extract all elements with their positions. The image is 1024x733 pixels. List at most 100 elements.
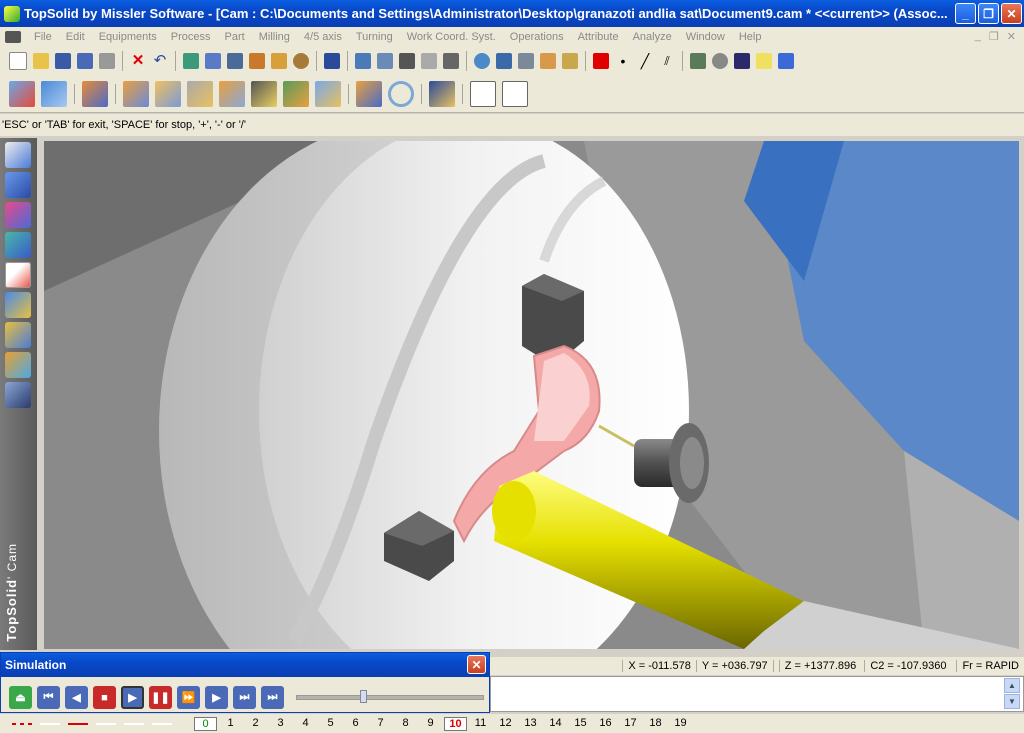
undo-icon[interactable]: ↶ (152, 52, 168, 69)
document-icon[interactable] (5, 30, 21, 43)
menu-work-coord[interactable]: Work Coord. Syst. (400, 31, 503, 43)
circle-icon[interactable] (388, 80, 414, 107)
line-style-thin[interactable] (40, 722, 60, 725)
layer-item[interactable]: 8 (394, 717, 417, 731)
line-tool-icon[interactable] (399, 52, 415, 69)
finishing-icon[interactable] (187, 80, 213, 107)
line-style-light[interactable] (124, 722, 144, 725)
next-icon[interactable]: ⏭ (233, 686, 256, 709)
filter-icon[interactable] (443, 52, 459, 69)
motion-icon[interactable] (5, 382, 31, 408)
menu-process[interactable]: Process (164, 31, 218, 43)
solid-icon[interactable] (5, 172, 31, 198)
nc-report-icon[interactable] (502, 80, 528, 107)
rebuild-icon[interactable] (183, 52, 199, 69)
step-forward-icon[interactable]: ▶ (205, 686, 228, 709)
layer-item[interactable]: 2 (244, 717, 267, 731)
fit-icon[interactable] (496, 52, 512, 69)
menu-milling[interactable]: Milling (252, 31, 297, 43)
surface-icon[interactable] (5, 202, 31, 228)
stock-icon[interactable] (82, 80, 108, 107)
first-icon[interactable]: ⏮ (37, 686, 60, 709)
facing-icon[interactable] (123, 80, 149, 107)
hatch-icon[interactable]: ⫽ (659, 53, 675, 69)
trim-icon[interactable] (355, 52, 371, 69)
pause-icon[interactable]: ❚❚ (149, 686, 172, 709)
modify-icon[interactable] (271, 52, 287, 69)
hand-icon[interactable] (421, 52, 437, 69)
menu-edit[interactable]: Edit (59, 31, 92, 43)
layer-item[interactable]: 6 (344, 717, 367, 731)
contour-icon[interactable] (356, 80, 382, 107)
book-icon[interactable] (734, 52, 750, 69)
view-icon[interactable] (518, 52, 534, 69)
settings-icon[interactable] (293, 52, 309, 69)
layer-item-current[interactable]: 10 (444, 716, 467, 731)
mdi-close-button[interactable]: ✕ (1007, 30, 1016, 43)
mdi-minimize-button[interactable]: _ (975, 30, 981, 43)
graphics-viewport[interactable] (44, 141, 1019, 649)
cut-icon[interactable] (205, 52, 221, 69)
menu-help[interactable]: Help (732, 31, 769, 43)
machine-icon[interactable] (9, 80, 35, 107)
mdi-restore-button[interactable]: ❐ (989, 30, 999, 43)
color-swatch-icon[interactable] (593, 52, 609, 69)
line-style-light[interactable] (152, 722, 172, 725)
last-icon[interactable]: ⏭ (261, 686, 284, 709)
assembly-icon[interactable] (5, 292, 31, 318)
slider-thumb[interactable] (360, 690, 367, 703)
properties-icon[interactable] (77, 52, 93, 69)
layer-item[interactable]: 0 (194, 716, 217, 731)
layer-item[interactable]: 9 (419, 717, 442, 731)
measure-icon[interactable] (249, 52, 265, 69)
drilling-icon[interactable] (283, 80, 309, 107)
layer-item[interactable]: 12 (494, 717, 517, 731)
print-icon[interactable] (99, 52, 115, 69)
menu-analyze[interactable]: Analyze (626, 31, 679, 43)
roughing-icon[interactable] (155, 80, 181, 107)
delete-icon[interactable]: ✕ (130, 52, 146, 69)
line-style-solid[interactable] (68, 722, 88, 725)
menu-attribute[interactable]: Attribute (571, 31, 626, 43)
tree-icon[interactable] (690, 52, 706, 69)
point-style-icon[interactable]: • (615, 53, 631, 69)
tool-holder-icon[interactable] (429, 80, 455, 107)
app-icon[interactable] (4, 5, 20, 22)
step-back-icon[interactable]: ◀ (65, 686, 88, 709)
cam-icon[interactable] (5, 262, 31, 288)
simulation-progress-slider[interactable] (296, 690, 484, 703)
new-icon[interactable] (9, 51, 27, 70)
sketch-icon[interactable] (5, 142, 31, 168)
line-style-light[interactable] (96, 722, 116, 725)
layer-item[interactable]: 17 (619, 717, 642, 731)
close-button[interactable]: ✕ (1001, 3, 1022, 24)
library-icon[interactable] (5, 352, 31, 378)
play-icon[interactable]: ▶ (121, 686, 144, 709)
grooving-icon[interactable] (219, 80, 245, 107)
sheet-icon[interactable] (5, 322, 31, 348)
layer-item[interactable]: 14 (544, 717, 567, 731)
restore-button[interactable]: ❐ (978, 3, 999, 24)
workpiece-icon[interactable] (41, 80, 67, 107)
stop-icon[interactable]: ■ (93, 686, 116, 709)
menu-45-axis[interactable]: 4/5 axis (297, 31, 349, 43)
tool-icon[interactable] (227, 52, 243, 69)
render-icon[interactable] (540, 52, 556, 69)
nc-code-icon[interactable] (470, 80, 496, 107)
layer-item[interactable]: 19 (669, 717, 692, 731)
layer-item[interactable]: 3 (269, 717, 292, 731)
zoom-icon[interactable] (474, 52, 490, 69)
command-output-area[interactable]: ▲ ▼ (490, 676, 1024, 712)
open-icon[interactable] (33, 52, 49, 69)
menu-window[interactable]: Window (679, 31, 732, 43)
layer-item[interactable]: 18 (644, 717, 667, 731)
layer-item[interactable]: 15 (569, 717, 592, 731)
simulation-close-button[interactable]: ✕ (467, 655, 486, 674)
layer-item[interactable]: 16 (594, 717, 617, 731)
layer-item[interactable]: 5 (319, 717, 342, 731)
menu-file[interactable]: File (27, 31, 59, 43)
line-style-icon[interactable]: ╱ (637, 53, 653, 69)
menu-part[interactable]: Part (218, 31, 252, 43)
scroll-down-button[interactable]: ▼ (1004, 694, 1020, 709)
layer-item[interactable]: 1 (219, 717, 242, 731)
